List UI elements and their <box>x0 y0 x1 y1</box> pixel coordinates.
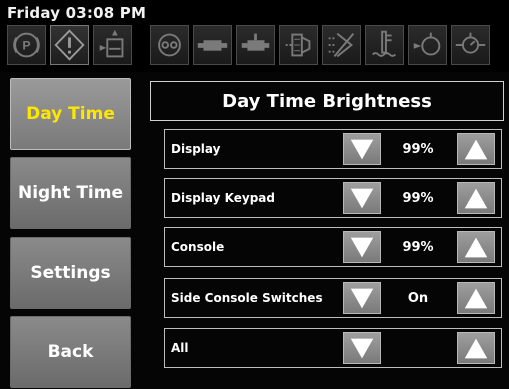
coolant-icon <box>365 25 404 65</box>
oil-pressure-icon <box>451 25 490 65</box>
increase-button[interactable] <box>457 332 495 364</box>
brightness-row: Console 99% <box>164 227 502 267</box>
row-value: On <box>407 290 429 306</box>
datetime-display: Friday 03:08 PM <box>7 4 147 22</box>
panel-title: Day Time Brightness <box>150 81 504 121</box>
hydraulic-oil-icon <box>93 25 132 65</box>
row-value <box>387 329 449 367</box>
warning-icon <box>50 25 89 65</box>
charge-pressure-icon <box>408 25 447 65</box>
svg-text:P: P <box>22 39 30 53</box>
indicator-row: P <box>0 25 509 67</box>
increase-button[interactable] <box>457 182 495 214</box>
arrow-up-icon <box>464 237 488 258</box>
engine-icon <box>150 25 189 65</box>
air-filter-icon <box>279 25 318 65</box>
fuel-filter-icon <box>322 25 361 65</box>
row-label: Display <box>171 142 221 156</box>
transmission-temp-icon <box>236 25 275 65</box>
brightness-row: Display Keypad 99% <box>164 178 502 218</box>
row-value: 99% <box>402 141 434 157</box>
brightness-row: All <box>164 328 502 368</box>
menu-day-time-button[interactable]: Day Time <box>10 78 131 150</box>
brightness-row: Display 99% <box>164 129 502 169</box>
decrease-button[interactable] <box>343 182 381 214</box>
arrow-up-icon <box>464 338 488 359</box>
arrow-down-icon <box>350 139 374 160</box>
decrease-button[interactable] <box>343 133 381 165</box>
increase-button[interactable] <box>457 231 495 263</box>
row-value: 99% <box>402 190 434 206</box>
row-value: 99% <box>402 239 434 255</box>
decrease-button[interactable] <box>343 332 381 364</box>
menu-back-button[interactable]: Back <box>10 316 131 388</box>
arrow-down-icon <box>350 188 374 209</box>
parking-brake-icon: P <box>7 25 46 65</box>
decrease-button[interactable] <box>343 231 381 263</box>
increase-button[interactable] <box>457 133 495 165</box>
transmission-icon <box>193 25 232 65</box>
increase-button[interactable] <box>457 282 495 314</box>
status-bar: Friday 03:08 PM P <box>0 0 509 72</box>
row-label: All <box>171 341 189 355</box>
row-label: Display Keypad <box>171 191 275 205</box>
arrow-down-icon <box>350 338 374 359</box>
arrow-down-icon <box>350 288 374 309</box>
arrow-up-icon <box>464 188 488 209</box>
row-label: Side Console Switches <box>171 291 323 305</box>
arrow-up-icon <box>464 139 488 160</box>
menu-settings-button[interactable]: Settings <box>10 237 131 309</box>
row-label: Console <box>171 240 225 254</box>
brightness-row: Side Console Switches On <box>164 278 502 318</box>
decrease-button[interactable] <box>343 282 381 314</box>
arrow-up-icon <box>464 288 488 309</box>
arrow-down-icon <box>350 237 374 258</box>
menu-night-time-button[interactable]: Night Time <box>10 157 131 229</box>
